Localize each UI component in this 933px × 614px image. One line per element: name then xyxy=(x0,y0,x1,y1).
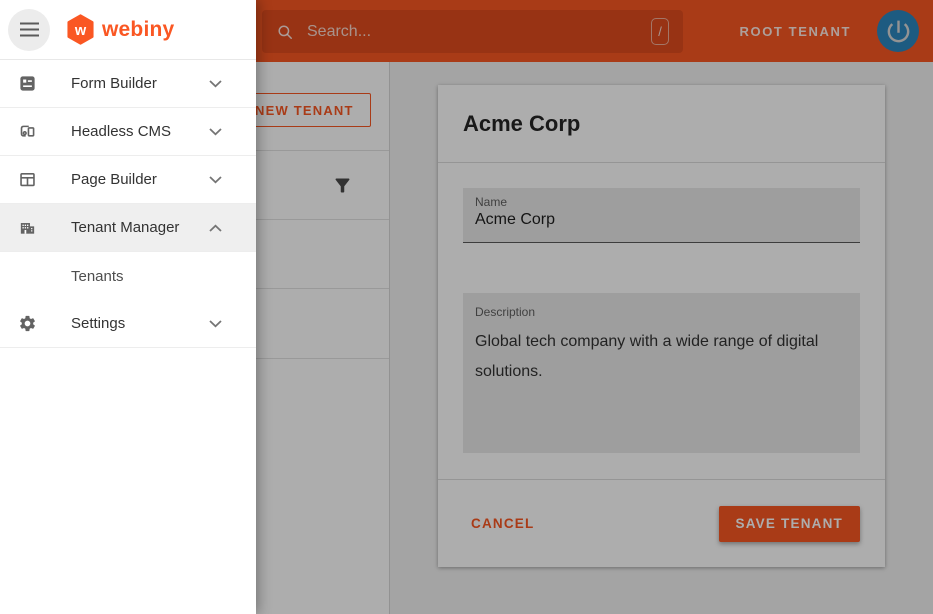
webiny-hexagon-icon: w xyxy=(66,14,95,45)
sidebar-item-label: Form Builder xyxy=(71,75,157,92)
chevron-down-icon xyxy=(209,320,222,328)
sidebar-item-tenants[interactable]: Tenants xyxy=(0,252,256,300)
chevron-down-icon xyxy=(209,176,222,184)
sidebar-item-label: Tenant Manager xyxy=(71,219,179,236)
chevron-down-icon xyxy=(209,128,222,136)
navigation-drawer: w webiny Form Builder xyxy=(0,0,256,614)
page-builder-icon xyxy=(18,170,37,189)
form-builder-icon xyxy=(18,74,37,93)
drawer-menu: Form Builder Headless CMS xyxy=(0,60,256,348)
sidebar-item-tenant-manager[interactable]: Tenant Manager xyxy=(0,204,256,252)
gear-icon xyxy=(18,314,37,333)
app-window: / ROOT TENANT NEW TENANT xyxy=(0,0,933,614)
chevron-up-icon xyxy=(209,224,222,232)
sidebar-item-label: Settings xyxy=(71,315,125,332)
tenant-manager-icon xyxy=(18,218,37,237)
brand-wordmark: webiny xyxy=(102,18,174,42)
menu-toggle-button[interactable] xyxy=(8,9,50,51)
headless-cms-icon xyxy=(18,122,37,141)
sidebar-item-label: Tenants xyxy=(71,268,124,285)
hamburger-icon xyxy=(20,22,39,37)
sidebar-item-form-builder[interactable]: Form Builder xyxy=(0,60,256,108)
sidebar-item-settings[interactable]: Settings xyxy=(0,300,256,348)
sidebar-item-label: Headless CMS xyxy=(71,123,171,140)
sidebar-item-headless-cms[interactable]: Headless CMS xyxy=(0,108,256,156)
svg-text:w: w xyxy=(74,23,87,39)
chevron-down-icon xyxy=(209,80,222,88)
webiny-logo[interactable]: w webiny xyxy=(66,14,174,45)
sidebar-item-label: Page Builder xyxy=(71,171,157,188)
drawer-header: w webiny xyxy=(0,0,256,60)
sidebar-item-page-builder[interactable]: Page Builder xyxy=(0,156,256,204)
